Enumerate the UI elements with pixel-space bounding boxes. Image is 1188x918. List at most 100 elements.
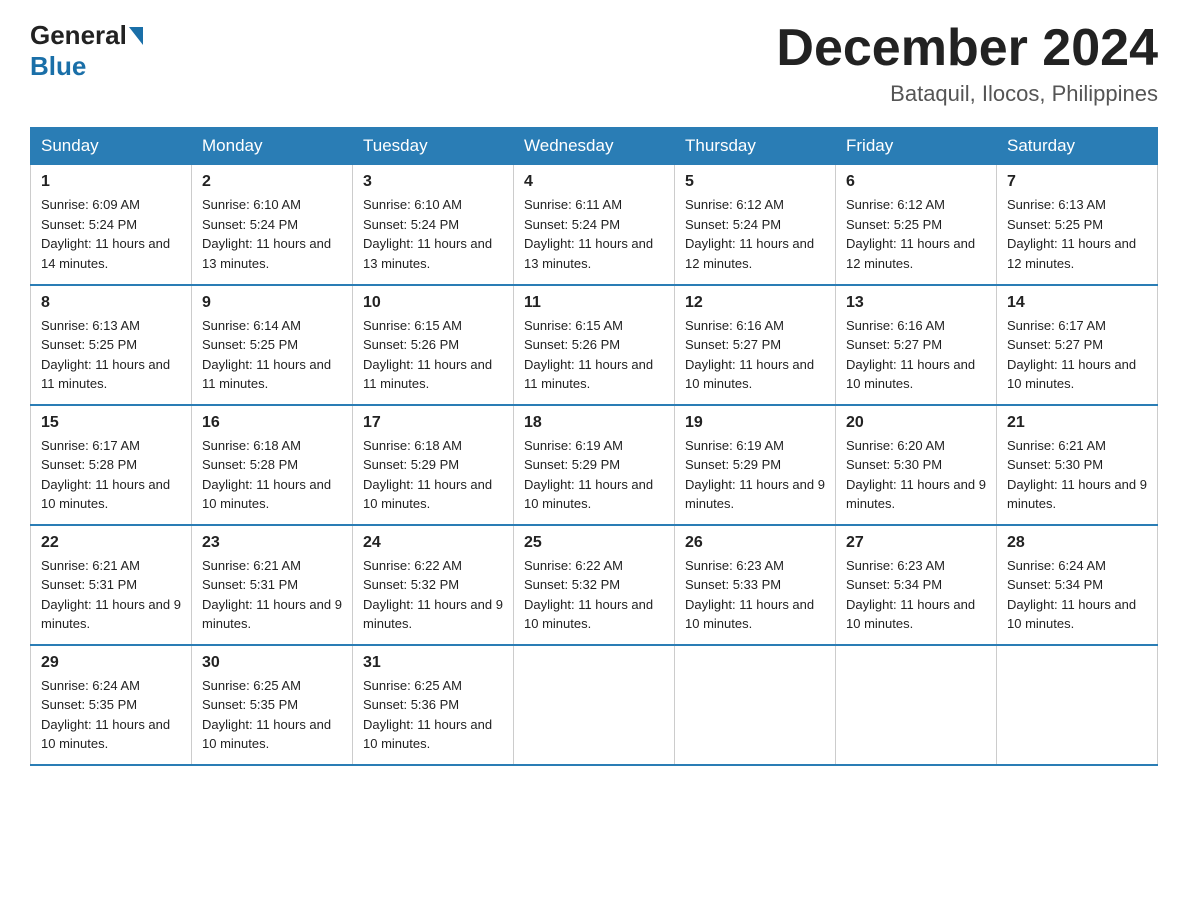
calendar-week-row-4: 22 Sunrise: 6:21 AMSunset: 5:31 PMDayligh… [31, 525, 1158, 645]
day-info: Sunrise: 6:12 AMSunset: 5:24 PMDaylight:… [685, 195, 825, 273]
day-info: Sunrise: 6:21 AMSunset: 5:31 PMDaylight:… [41, 556, 181, 634]
day-info: Sunrise: 6:21 AMSunset: 5:30 PMDaylight:… [1007, 436, 1147, 514]
day-number: 4 [524, 173, 664, 191]
day-info: Sunrise: 6:10 AMSunset: 5:24 PMDaylight:… [363, 195, 503, 273]
calendar-cell: 6 Sunrise: 6:12 AMSunset: 5:25 PMDaylight… [836, 165, 997, 285]
calendar-header-sunday: Sunday [31, 128, 192, 165]
calendar-header-row: SundayMondayTuesdayWednesdayThursdayFrid… [31, 128, 1158, 165]
calendar-cell [836, 645, 997, 765]
calendar-header-wednesday: Wednesday [514, 128, 675, 165]
calendar-cell: 5 Sunrise: 6:12 AMSunset: 5:24 PMDaylight… [675, 165, 836, 285]
day-number: 28 [1007, 534, 1147, 552]
calendar-cell: 11Sunrise: 6:15 AMSunset: 5:26 PMDayligh… [514, 285, 675, 405]
day-number: 19 [685, 414, 825, 432]
calendar-cell: 18Sunrise: 6:19 AMSunset: 5:29 PMDayligh… [514, 405, 675, 525]
month-year-title: December 2024 [776, 20, 1158, 77]
calendar-cell: 22 Sunrise: 6:21 AMSunset: 5:31 PMDayligh… [31, 525, 192, 645]
day-info: Sunrise: 6:14 AMSunset: 5:25 PMDaylight:… [202, 316, 342, 394]
day-number: 31 [363, 654, 503, 672]
calendar-cell: 9Sunrise: 6:14 AMSunset: 5:25 PMDaylight… [192, 285, 353, 405]
day-number: 5 [685, 173, 825, 191]
calendar-header-tuesday: Tuesday [353, 128, 514, 165]
day-number: 7 [1007, 173, 1147, 191]
day-number: 11 [524, 294, 664, 312]
day-info: Sunrise: 6:10 AMSunset: 5:24 PMDaylight:… [202, 195, 342, 273]
calendar-cell: 31 Sunrise: 6:25 AMSunset: 5:36 PMDayligh… [353, 645, 514, 765]
calendar-header-friday: Friday [836, 128, 997, 165]
calendar-cell [675, 645, 836, 765]
day-info: Sunrise: 6:24 AMSunset: 5:34 PMDaylight:… [1007, 556, 1147, 634]
day-info: Sunrise: 6:23 AMSunset: 5:33 PMDaylight:… [685, 556, 825, 634]
day-info: Sunrise: 6:25 AMSunset: 5:35 PMDaylight:… [202, 676, 342, 754]
day-info: Sunrise: 6:13 AMSunset: 5:25 PMDaylight:… [1007, 195, 1147, 273]
day-info: Sunrise: 6:22 AMSunset: 5:32 PMDaylight:… [363, 556, 503, 634]
calendar-cell: 27 Sunrise: 6:23 AMSunset: 5:34 PMDayligh… [836, 525, 997, 645]
logo: General Blue [30, 20, 145, 82]
calendar-cell: 17 Sunrise: 6:18 AMSunset: 5:29 PMDayligh… [353, 405, 514, 525]
day-number: 23 [202, 534, 342, 552]
calendar-cell: 30 Sunrise: 6:25 AMSunset: 5:35 PMDayligh… [192, 645, 353, 765]
calendar-header-thursday: Thursday [675, 128, 836, 165]
calendar-cell: 28 Sunrise: 6:24 AMSunset: 5:34 PMDayligh… [997, 525, 1158, 645]
day-number: 16 [202, 414, 342, 432]
day-info: Sunrise: 6:12 AMSunset: 5:25 PMDaylight:… [846, 195, 986, 273]
calendar-week-row-3: 15 Sunrise: 6:17 AMSunset: 5:28 PMDayligh… [31, 405, 1158, 525]
calendar-cell [997, 645, 1158, 765]
calendar-cell: 23 Sunrise: 6:21 AMSunset: 5:31 PMDayligh… [192, 525, 353, 645]
day-number: 21 [1007, 414, 1147, 432]
day-info: Sunrise: 6:21 AMSunset: 5:31 PMDaylight:… [202, 556, 342, 634]
calendar-cell: 12Sunrise: 6:16 AMSunset: 5:27 PMDayligh… [675, 285, 836, 405]
day-info: Sunrise: 6:24 AMSunset: 5:35 PMDaylight:… [41, 676, 181, 754]
day-info: Sunrise: 6:17 AMSunset: 5:27 PMDaylight:… [1007, 316, 1147, 394]
calendar-cell: 26Sunrise: 6:23 AMSunset: 5:33 PMDayligh… [675, 525, 836, 645]
day-number: 22 [41, 534, 181, 552]
calendar-cell: 24 Sunrise: 6:22 AMSunset: 5:32 PMDayligh… [353, 525, 514, 645]
day-number: 15 [41, 414, 181, 432]
location-subtitle: Bataquil, Ilocos, Philippines [776, 81, 1158, 107]
day-info: Sunrise: 6:09 AMSunset: 5:24 PMDaylight:… [41, 195, 181, 273]
day-info: Sunrise: 6:25 AMSunset: 5:36 PMDaylight:… [363, 676, 503, 754]
calendar-week-row-1: 1Sunrise: 6:09 AMSunset: 5:24 PMDaylight… [31, 165, 1158, 285]
day-info: Sunrise: 6:17 AMSunset: 5:28 PMDaylight:… [41, 436, 181, 514]
calendar-cell: 3 Sunrise: 6:10 AMSunset: 5:24 PMDaylight… [353, 165, 514, 285]
day-number: 29 [41, 654, 181, 672]
calendar-cell: 10Sunrise: 6:15 AMSunset: 5:26 PMDayligh… [353, 285, 514, 405]
day-info: Sunrise: 6:16 AMSunset: 5:27 PMDaylight:… [846, 316, 986, 394]
logo-general-text: General [30, 20, 127, 51]
day-info: Sunrise: 6:13 AMSunset: 5:25 PMDaylight:… [41, 316, 181, 394]
calendar-cell: 21 Sunrise: 6:21 AMSunset: 5:30 PMDayligh… [997, 405, 1158, 525]
calendar-cell: 14Sunrise: 6:17 AMSunset: 5:27 PMDayligh… [997, 285, 1158, 405]
day-number: 30 [202, 654, 342, 672]
day-info: Sunrise: 6:18 AMSunset: 5:29 PMDaylight:… [363, 436, 503, 514]
calendar-cell: 15 Sunrise: 6:17 AMSunset: 5:28 PMDayligh… [31, 405, 192, 525]
calendar-week-row-5: 29 Sunrise: 6:24 AMSunset: 5:35 PMDayligh… [31, 645, 1158, 765]
calendar-header-monday: Monday [192, 128, 353, 165]
calendar-cell: 8 Sunrise: 6:13 AMSunset: 5:25 PMDaylight… [31, 285, 192, 405]
title-section: December 2024 Bataquil, Ilocos, Philippi… [776, 20, 1158, 107]
day-number: 6 [846, 173, 986, 191]
calendar-cell: 16Sunrise: 6:18 AMSunset: 5:28 PMDayligh… [192, 405, 353, 525]
day-number: 24 [363, 534, 503, 552]
day-info: Sunrise: 6:23 AMSunset: 5:34 PMDaylight:… [846, 556, 986, 634]
day-info: Sunrise: 6:20 AMSunset: 5:30 PMDaylight:… [846, 436, 986, 514]
calendar-week-row-2: 8 Sunrise: 6:13 AMSunset: 5:25 PMDaylight… [31, 285, 1158, 405]
calendar-cell: 25 Sunrise: 6:22 AMSunset: 5:32 PMDayligh… [514, 525, 675, 645]
calendar-cell: 7 Sunrise: 6:13 AMSunset: 5:25 PMDaylight… [997, 165, 1158, 285]
day-info: Sunrise: 6:15 AMSunset: 5:26 PMDaylight:… [363, 316, 503, 394]
day-number: 20 [846, 414, 986, 432]
day-number: 8 [41, 294, 181, 312]
calendar-cell: 19Sunrise: 6:19 AMSunset: 5:29 PMDayligh… [675, 405, 836, 525]
calendar-cell [514, 645, 675, 765]
day-info: Sunrise: 6:19 AMSunset: 5:29 PMDaylight:… [524, 436, 664, 514]
day-number: 17 [363, 414, 503, 432]
calendar-cell: 29 Sunrise: 6:24 AMSunset: 5:35 PMDayligh… [31, 645, 192, 765]
day-number: 25 [524, 534, 664, 552]
calendar-cell: 20 Sunrise: 6:20 AMSunset: 5:30 PMDayligh… [836, 405, 997, 525]
day-number: 27 [846, 534, 986, 552]
page-header: General Blue December 2024 Bataquil, Ilo… [30, 20, 1158, 107]
calendar-header-saturday: Saturday [997, 128, 1158, 165]
day-info: Sunrise: 6:22 AMSunset: 5:32 PMDaylight:… [524, 556, 664, 634]
logo-blue-text: Blue [30, 51, 86, 81]
logo-triangle-icon [129, 27, 143, 45]
day-number: 3 [363, 173, 503, 191]
